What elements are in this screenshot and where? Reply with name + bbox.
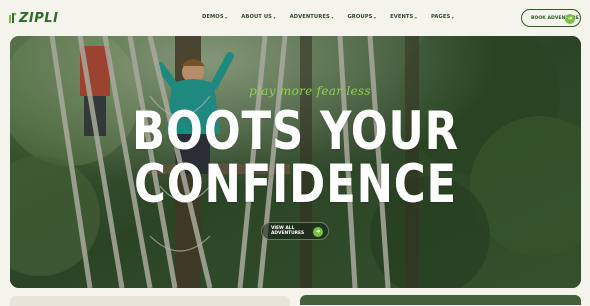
nav-item-demos[interactable]: DEMOS ▾ [202, 12, 227, 22]
next-section-card-right [300, 295, 581, 305]
nav-item-groups[interactable]: GROUPS ▾ [347, 12, 376, 22]
chevron-down-icon: ▾ [273, 14, 276, 20]
nav-item-pages[interactable]: PAGES ▾ [431, 12, 454, 22]
view-all-adventures-button[interactable]: VIEW ALL ADVENTURES ➜ [261, 222, 329, 240]
chevron-down-icon: ▾ [225, 14, 228, 20]
chevron-down-icon: ▾ [451, 14, 454, 20]
book-adventure-button[interactable]: BOOK ADVENTURE ➜ [521, 9, 581, 27]
nav-item-events[interactable]: EVENTS ▾ [390, 12, 417, 22]
nav-item-label: GROUPS [347, 14, 373, 20]
nav-item-label: ABOUT US [241, 14, 272, 20]
chevron-down-icon: ▾ [331, 14, 334, 20]
chevron-down-icon: ▾ [414, 14, 417, 20]
nav-item-label: EVENTS [390, 14, 414, 20]
nav-item-label: PAGES [431, 14, 451, 20]
arrow-right-icon: ➜ [565, 13, 575, 24]
nav-item-label: DEMOS [202, 14, 224, 20]
nav-item-adventures[interactable]: ADVENTURES ▾ [290, 12, 334, 22]
nav-item-about-us[interactable]: ABOUT US ▾ [241, 12, 275, 22]
site-header: ZIPLI DEMOS ▾ ABOUT US ▾ ADVENTURES ▾ GROUP… [0, 0, 590, 36]
main-nav: DEMOS ▾ ABOUT US ▾ ADVENTURES ▾ GROUPS ▾ EVE… [202, 12, 468, 22]
hero-headline-line-2: CONFIDENCE [133, 154, 457, 215]
hero-banner: play more fear less BOOTS YOUR CONFIDENC… [10, 36, 581, 288]
zipline-logo-icon [8, 11, 17, 25]
chevron-down-icon: ▾ [373, 14, 377, 20]
nav-item-label: ADVENTURES [289, 14, 330, 20]
arrow-right-icon: ➜ [313, 226, 323, 237]
next-section-card-left [10, 296, 290, 306]
hero-headline-line-1: BOOTS YOUR [132, 101, 459, 162]
site-logo[interactable]: ZIPLI [8, 9, 58, 27]
logo-text: ZIPLI [19, 10, 59, 26]
hero-tagline: play more fear less [249, 84, 371, 98]
